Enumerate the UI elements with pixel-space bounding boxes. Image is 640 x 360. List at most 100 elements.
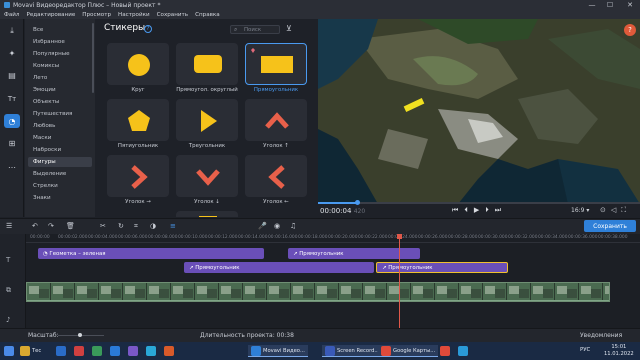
zoom-knob[interactable] <box>78 333 82 337</box>
filters-icon[interactable]: ▤ <box>4 68 20 82</box>
sticker-rounded-rect[interactable] <box>176 43 238 85</box>
save-button[interactable]: Сохранить <box>584 220 636 232</box>
taskbar-app[interactable] <box>146 345 156 357</box>
time-ruler[interactable]: 00:00:00 00:00:02.000 00:00:04.000 00:00… <box>26 234 640 243</box>
timeline-clip[interactable]: ◔ Геометка – зеленая <box>38 248 264 259</box>
play-icon[interactable]: ▶ <box>474 206 479 215</box>
menu-help[interactable]: Справка <box>195 12 220 18</box>
record-icon[interactable]: ◉ <box>274 222 280 230</box>
timeline-clip-selected[interactable]: ↗ Прямоугольник <box>376 262 508 273</box>
system-clock[interactable]: 15:01 11.01.2022 <box>604 344 634 358</box>
category-item[interactable]: Любовь <box>28 121 92 131</box>
taskbar-app[interactable] <box>458 345 468 357</box>
language-indicator[interactable]: РУС <box>580 347 590 353</box>
start-button[interactable] <box>4 345 14 357</box>
cart-icon[interactable]: ⊻ <box>286 24 292 33</box>
category-item[interactable]: Лето <box>28 73 92 83</box>
taskbar-app-movavi[interactable]: Movavi Видео... <box>248 345 308 357</box>
stickers-icon[interactable]: ◔ <box>4 114 20 128</box>
category-scrollbar[interactable] <box>92 23 94 93</box>
minimize-button[interactable]: — <box>584 0 600 10</box>
menu-save[interactable]: Сохранить <box>157 12 188 18</box>
delete-icon[interactable]: 🗑 <box>66 222 75 230</box>
add-track-icon[interactable]: ☰ <box>6 222 12 230</box>
video-clip[interactable] <box>26 282 610 302</box>
menu-view[interactable]: Просмотр <box>82 12 111 18</box>
taskbar-app[interactable] <box>110 345 120 357</box>
snapshot-icon[interactable]: ⊙ <box>600 206 606 215</box>
menu-edit[interactable]: Редактирование <box>26 12 75 18</box>
sticker-chevron-down[interactable] <box>176 155 238 197</box>
category-item[interactable]: Популярные <box>28 49 92 59</box>
category-item[interactable]: Объекты <box>28 97 92 107</box>
transitions-icon[interactable]: ⊞ <box>4 136 20 150</box>
taskbar-app[interactable] <box>128 345 138 357</box>
category-item-active[interactable]: Фигуры <box>28 157 92 167</box>
timeline-clip[interactable]: ↗ Прямоугольник <box>184 262 374 273</box>
volume-icon[interactable]: ◁ <box>611 206 616 215</box>
close-button[interactable]: ✕ <box>622 0 638 10</box>
preview-scrub-knob[interactable] <box>354 200 360 205</box>
zoom-slider[interactable] <box>58 333 104 337</box>
category-item[interactable]: Все <box>28 25 92 35</box>
properties-icon[interactable]: ≡ <box>170 222 176 230</box>
aspect-ratio-select[interactable]: 16:9 ▾ <box>571 207 589 214</box>
time-frames: 420 <box>353 208 366 215</box>
video-preview[interactable]: ? <box>318 19 640 204</box>
preview-scrubber[interactable] <box>318 200 640 205</box>
import-icon[interactable]: ⤓ <box>4 24 20 38</box>
step-forward-icon[interactable]: ⏵ <box>485 206 489 215</box>
taskbar-app[interactable] <box>74 345 84 357</box>
rotate-icon[interactable]: ↻ <box>118 222 124 230</box>
sticker-circle[interactable] <box>107 43 169 85</box>
notifications-link[interactable]: Уведомления <box>580 332 622 339</box>
undo-icon[interactable]: ↶ <box>32 222 38 230</box>
pin-icon[interactable]: ✦ <box>4 46 20 60</box>
maximize-button[interactable]: ☐ <box>602 0 618 10</box>
category-item[interactable]: Избранное <box>28 37 92 47</box>
sticker-chevron-right[interactable] <box>107 155 169 197</box>
menu-file[interactable]: Файл <box>4 12 19 18</box>
more-icon[interactable]: … <box>4 158 20 172</box>
skip-back-icon[interactable]: ⏮ <box>452 206 458 215</box>
timeline-clip[interactable]: ↗ Прямоугольник <box>288 248 420 259</box>
skip-forward-icon[interactable]: ⏭ <box>495 206 501 215</box>
fullscreen-icon[interactable]: ⛶ <box>621 206 626 215</box>
category-item[interactable]: Знаки <box>28 193 92 203</box>
taskbar-app[interactable] <box>164 345 174 357</box>
search-input[interactable]: ⌕ Поиск <box>230 25 280 34</box>
sticker-chevron-up[interactable] <box>245 99 307 141</box>
crop-icon[interactable]: ⌗ <box>134 222 138 231</box>
sticker-partial[interactable] <box>176 211 238 217</box>
category-item[interactable]: Наброски <box>28 145 92 155</box>
sticker-rectangle[interactable] <box>245 43 307 85</box>
sticker-chevron-left[interactable] <box>245 155 307 197</box>
category-item[interactable]: Выделение <box>28 169 92 179</box>
playhead-handle[interactable] <box>397 234 402 239</box>
taskbar-app[interactable]: Тес <box>20 345 41 357</box>
timeline[interactable]: T ⧉ ♪ 00:00:00 00:00:02.000 00:00:04.000… <box>0 234 640 328</box>
step-back-icon[interactable]: ⏴ <box>464 206 468 215</box>
taskbar-app-google-maps[interactable]: Google Карты... <box>378 345 439 357</box>
redo-icon[interactable]: ↷ <box>48 222 54 230</box>
category-item[interactable]: Маски <box>28 133 92 143</box>
playhead[interactable] <box>397 234 402 328</box>
help-button[interactable]: ? <box>624 24 636 36</box>
sticker-pentagon[interactable] <box>107 99 169 141</box>
taskbar-app[interactable] <box>440 345 450 357</box>
taskbar-app-screen-recorder[interactable]: Screen Record... <box>322 345 383 357</box>
taskbar-app[interactable] <box>92 345 102 357</box>
text-icon[interactable]: Tт <box>4 92 20 106</box>
help-icon[interactable]: ? <box>144 25 152 33</box>
category-item[interactable]: Путешествия <box>28 109 92 119</box>
category-item[interactable]: Стрелки <box>28 181 92 191</box>
color-icon[interactable]: ◑ <box>150 222 156 230</box>
audio-icon[interactable]: ♫ <box>290 222 296 230</box>
cut-icon[interactable]: ✂ <box>100 222 106 230</box>
category-item[interactable]: Комиксы <box>28 61 92 71</box>
category-item[interactable]: Эмоции <box>28 85 92 95</box>
taskbar-app[interactable] <box>56 345 66 357</box>
mic-icon[interactable]: 🎤 <box>258 222 267 230</box>
sticker-triangle[interactable] <box>176 99 238 141</box>
menu-settings[interactable]: Настройки <box>118 12 150 18</box>
